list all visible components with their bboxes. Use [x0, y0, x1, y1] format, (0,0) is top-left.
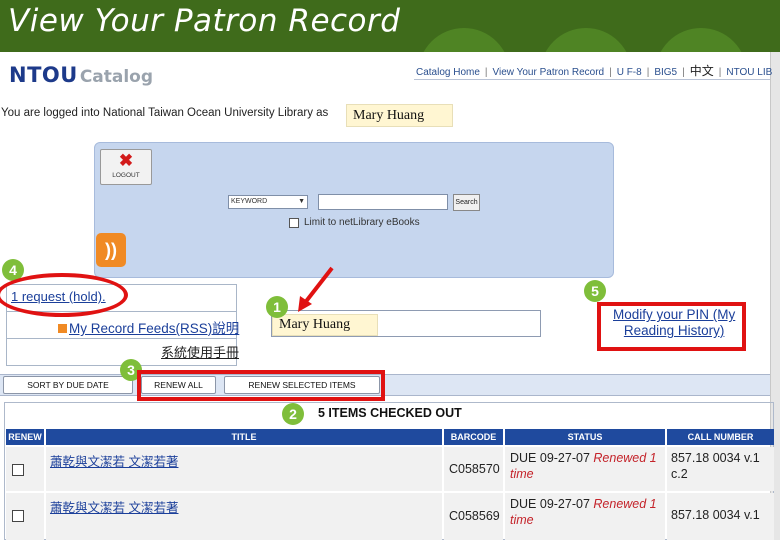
- close-icon: ✖: [118, 151, 134, 170]
- logged-in-message: You are logged into National Taiwan Ocea…: [1, 107, 329, 119]
- search-type-select[interactable]: KEYWORD ▼: [228, 195, 308, 209]
- logout-button[interactable]: ✖ LOGOUT: [100, 149, 152, 185]
- status-cell: DUE 09-27-07 Renewed 1 time: [505, 493, 665, 540]
- logo-catalog: Catalog: [79, 67, 154, 87]
- column-header-title: TITLE: [46, 429, 442, 445]
- record-feeds-label: My Record Feeds(RSS)說明: [69, 321, 240, 336]
- renewed-count: Renewed 1: [593, 497, 657, 511]
- renewed-count: Renewed 1: [593, 451, 657, 465]
- nav-ntou-lib[interactable]: NTOU LIB: [726, 67, 772, 78]
- sort-by-due-date-button[interactable]: SORT BY DUE DATE: [3, 376, 133, 394]
- catalog-logo[interactable]: NTOU Catalog: [9, 63, 153, 87]
- panel-divider: [6, 338, 237, 339]
- column-header-status: STATUS: [505, 429, 665, 445]
- logo-ntou: NTOU: [9, 63, 78, 87]
- rss-icon[interactable]: )): [96, 233, 126, 267]
- decor-circle: [655, 28, 747, 52]
- renew-checkbox-row2[interactable]: [12, 510, 24, 522]
- call-number-line1: 857.18 0034 v.1: [671, 508, 760, 522]
- search-panel: [94, 142, 614, 278]
- items-checked-out-heading: 5 ITEMS CHECKED OUT: [318, 406, 462, 420]
- record-feeds-link[interactable]: My Record Feeds(RSS)說明: [58, 317, 239, 337]
- barcode-cell: C058569: [444, 493, 503, 540]
- annotation-badge-1: 1: [266, 296, 288, 318]
- annotation-oval-request: [0, 273, 128, 317]
- status-cell: DUE 09-27-07 Renewed 1 time: [505, 447, 665, 491]
- annotation-badge-5: 5: [584, 280, 606, 302]
- search-input[interactable]: [318, 194, 448, 210]
- column-header-call-number: CALL NUMBER: [667, 429, 774, 445]
- limit-ebooks-checkbox[interactable]: [289, 218, 299, 228]
- item-title-link[interactable]: 蕭乾與文潔若 文潔若著: [50, 455, 178, 469]
- renewed-times: time: [510, 467, 534, 481]
- call-number-line2: c.2: [671, 467, 688, 481]
- nav-chinese[interactable]: 中文: [690, 64, 714, 78]
- annotation-box-pin: [597, 302, 746, 351]
- decor-circle: [418, 28, 510, 52]
- catalog-screenshot: NTOU Catalog Catalog Home | View Your Patro…: [0, 52, 780, 540]
- annotation-arrow-icon: [298, 266, 334, 312]
- call-number-cell: 857.18 0034 v.1 c.2: [667, 447, 774, 491]
- decor-circle: [540, 28, 632, 52]
- search-button[interactable]: Search: [453, 194, 480, 211]
- nav-divider: [414, 79, 770, 80]
- table-row-title-cell: 蕭乾與文潔若 文潔若著: [46, 447, 442, 491]
- annotation-badge-2: 2: [282, 403, 304, 425]
- patron-name-field: Mary Huang: [272, 314, 378, 336]
- search-type-value: KEYWORD: [231, 198, 268, 205]
- nav-catalog-home[interactable]: Catalog Home: [416, 67, 480, 78]
- limit-ebooks-label: Limit to netLibrary eBooks: [304, 217, 420, 228]
- call-number-cell: 857.18 0034 v.1: [667, 493, 774, 540]
- patron-name: Mary Huang: [346, 104, 453, 127]
- due-date: DUE 09-27-07: [510, 451, 590, 465]
- table-row-title-cell: 蕭乾與文潔若 文潔若著: [46, 493, 442, 540]
- renew-checkbox-row1[interactable]: [12, 464, 24, 476]
- barcode-cell: C058570: [444, 447, 503, 491]
- nav-big5[interactable]: BIG5: [654, 67, 677, 78]
- column-header-barcode: BARCODE: [444, 429, 503, 445]
- nav-utf8[interactable]: U F-8: [617, 67, 642, 78]
- system-manual-link[interactable]: 系統使用手冊: [161, 342, 239, 361]
- top-navigation: Catalog Home | View Your Patron Record | U F…: [416, 64, 773, 78]
- nav-view-patron-record[interactable]: View Your Patron Record: [493, 67, 605, 78]
- rss-icon: [58, 324, 67, 333]
- annotation-box-renew: [137, 370, 385, 401]
- column-header-renew: RENEW: [6, 429, 44, 445]
- slide-title: View Your Patron Record: [8, 3, 401, 39]
- chevron-down-icon: ▼: [298, 198, 305, 205]
- call-number-line1: 857.18 0034 v.1: [671, 451, 760, 465]
- renewed-times: time: [510, 513, 534, 527]
- due-date: DUE 09-27-07: [510, 497, 590, 511]
- logout-label: LOGOUT: [112, 172, 140, 179]
- slide-title-band: View Your Patron Record: [0, 0, 780, 52]
- item-title-link[interactable]: 蕭乾與文潔若 文潔若著: [50, 501, 178, 515]
